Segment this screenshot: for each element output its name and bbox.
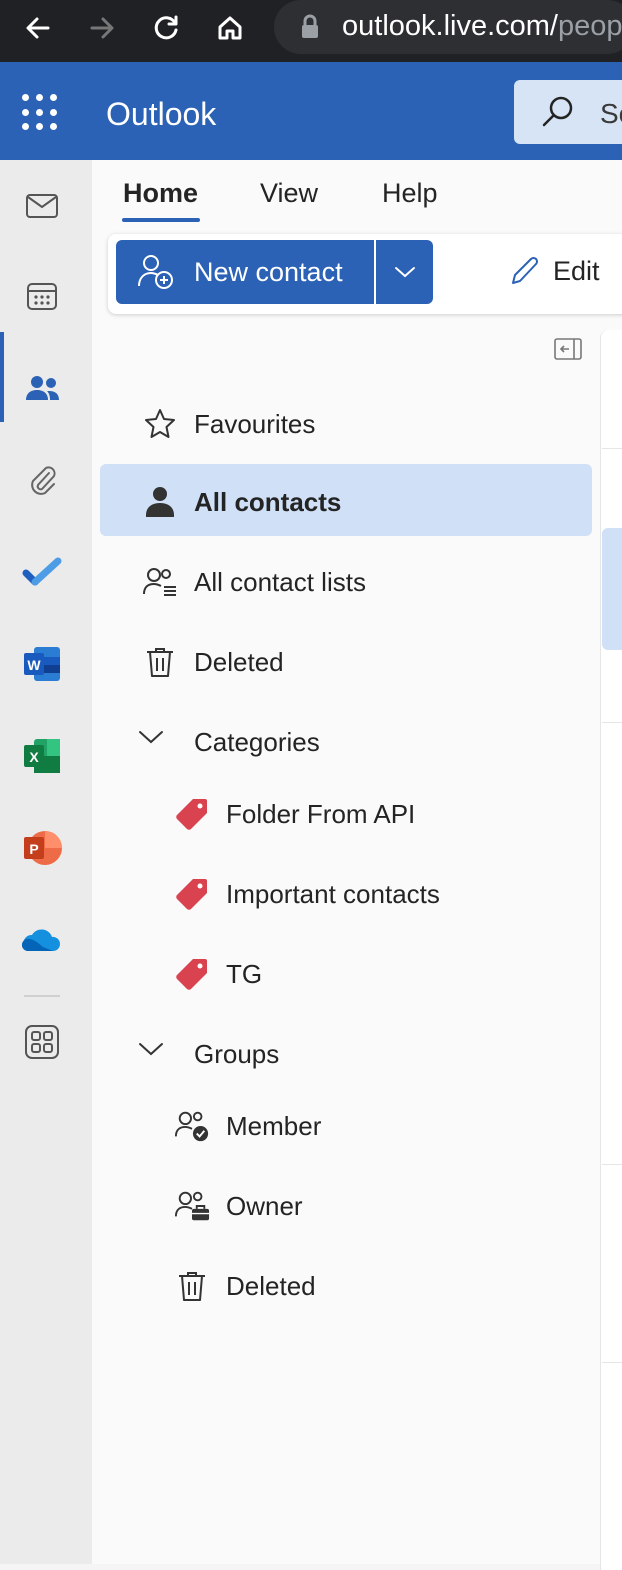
- member-icon: [174, 1108, 210, 1144]
- folder-label: Deleted: [194, 647, 284, 677]
- tab-home-underline: [122, 218, 200, 222]
- folder-label: Folder From API: [226, 799, 416, 829]
- ribbon-toolbar: New contact Edit: [108, 234, 622, 314]
- new-contact-button[interactable]: New contact: [116, 240, 374, 304]
- tab-home[interactable]: Home: [123, 178, 198, 209]
- calendar-icon[interactable]: [16, 270, 68, 322]
- app-header: Outlook Se: [0, 62, 622, 160]
- person-icon: [142, 484, 178, 520]
- browser-toolbar: outlook.live.com/peop: [0, 0, 622, 62]
- svg-text:P: P: [29, 841, 38, 857]
- category-important-contacts[interactable]: Important contacts: [100, 856, 592, 928]
- people-icon[interactable]: [16, 362, 68, 414]
- contacts-list-selected-row[interactable]: [602, 528, 622, 650]
- folder-favourites[interactable]: Favourites: [100, 386, 592, 458]
- back-arrow-icon[interactable]: [18, 8, 58, 48]
- pane-divider: [602, 1164, 622, 1165]
- folder-label: Favourites: [194, 409, 316, 439]
- folder-label: All contacts: [194, 487, 342, 517]
- excel-icon[interactable]: X: [16, 730, 68, 782]
- tag-icon: [174, 876, 210, 912]
- pane-divider: [602, 1362, 622, 1363]
- lock-icon: [300, 14, 324, 42]
- todo-icon[interactable]: [16, 546, 68, 598]
- folder-label: Member: [226, 1111, 322, 1141]
- forward-arrow-icon[interactable]: [82, 8, 122, 48]
- folder-deleted[interactable]: Deleted: [100, 624, 592, 696]
- folder-all-contact-lists[interactable]: All contact lists: [100, 544, 592, 616]
- chevron-down-icon: [138, 728, 164, 751]
- more-apps-icon[interactable]: [16, 1016, 68, 1068]
- edit-button[interactable]: Edit: [553, 256, 600, 287]
- pane-divider: [602, 448, 622, 449]
- chevron-down-icon: [138, 1040, 164, 1063]
- contact-list-icon: [142, 564, 178, 600]
- folder-label: Owner: [226, 1191, 303, 1221]
- tab-help[interactable]: Help: [382, 178, 438, 209]
- paperclip-icon[interactable]: [16, 454, 68, 506]
- new-contact-label: New contact: [194, 257, 343, 287]
- group-owner[interactable]: Owner: [100, 1168, 592, 1240]
- group-member[interactable]: Member: [100, 1088, 592, 1160]
- rail-active-indicator: [0, 332, 4, 422]
- svg-text:X: X: [29, 749, 39, 765]
- pane-divider: [602, 722, 622, 723]
- folder-label: All contact lists: [194, 567, 366, 597]
- trash-icon: [174, 1268, 210, 1304]
- app-rail: W X P: [0, 160, 92, 1564]
- star-icon: [142, 406, 178, 442]
- section-label: Groups: [194, 1039, 280, 1069]
- contacts-list-pane: [600, 330, 622, 1570]
- rail-divider: [24, 995, 60, 997]
- folder-label: Deleted: [226, 1271, 316, 1301]
- category-folder-from-api[interactable]: Folder From API: [100, 776, 592, 848]
- onedrive-icon[interactable]: [16, 914, 68, 966]
- tag-icon: [174, 796, 210, 832]
- mail-icon[interactable]: [16, 180, 68, 232]
- category-tg[interactable]: TG: [100, 936, 592, 1008]
- reload-icon[interactable]: [146, 8, 186, 48]
- tab-view[interactable]: View: [260, 178, 318, 209]
- url-text: outlook.live.com/peop: [342, 10, 622, 42]
- categories-section-header[interactable]: Categories: [100, 712, 592, 772]
- folder-label: TG: [226, 959, 263, 989]
- main-area: Home View Help New contact Edit Favourit…: [92, 160, 622, 1570]
- trash-icon: [142, 644, 178, 680]
- pencil-icon[interactable]: [508, 254, 542, 293]
- group-deleted[interactable]: Deleted: [100, 1248, 592, 1320]
- search-placeholder: Se: [600, 98, 622, 129]
- groups-section-header[interactable]: Groups: [100, 1024, 592, 1084]
- home-icon[interactable]: [210, 8, 250, 48]
- folder-all-contacts[interactable]: All contacts: [100, 464, 592, 536]
- collapse-pane-icon[interactable]: [554, 338, 582, 365]
- search-icon: [540, 94, 576, 135]
- add-person-icon: [136, 252, 176, 297]
- chevron-down-icon: [394, 267, 415, 278]
- powerpoint-icon[interactable]: P: [16, 822, 68, 874]
- app-launcher-icon[interactable]: [22, 94, 60, 132]
- svg-text:W: W: [27, 657, 41, 673]
- app-title[interactable]: Outlook: [106, 96, 216, 133]
- new-contact-dropdown-button[interactable]: [376, 240, 433, 304]
- tag-icon: [174, 956, 210, 992]
- owner-icon: [174, 1188, 210, 1224]
- section-label: Categories: [194, 727, 320, 757]
- word-icon[interactable]: W: [16, 638, 68, 690]
- folder-label: Important contacts: [226, 879, 440, 909]
